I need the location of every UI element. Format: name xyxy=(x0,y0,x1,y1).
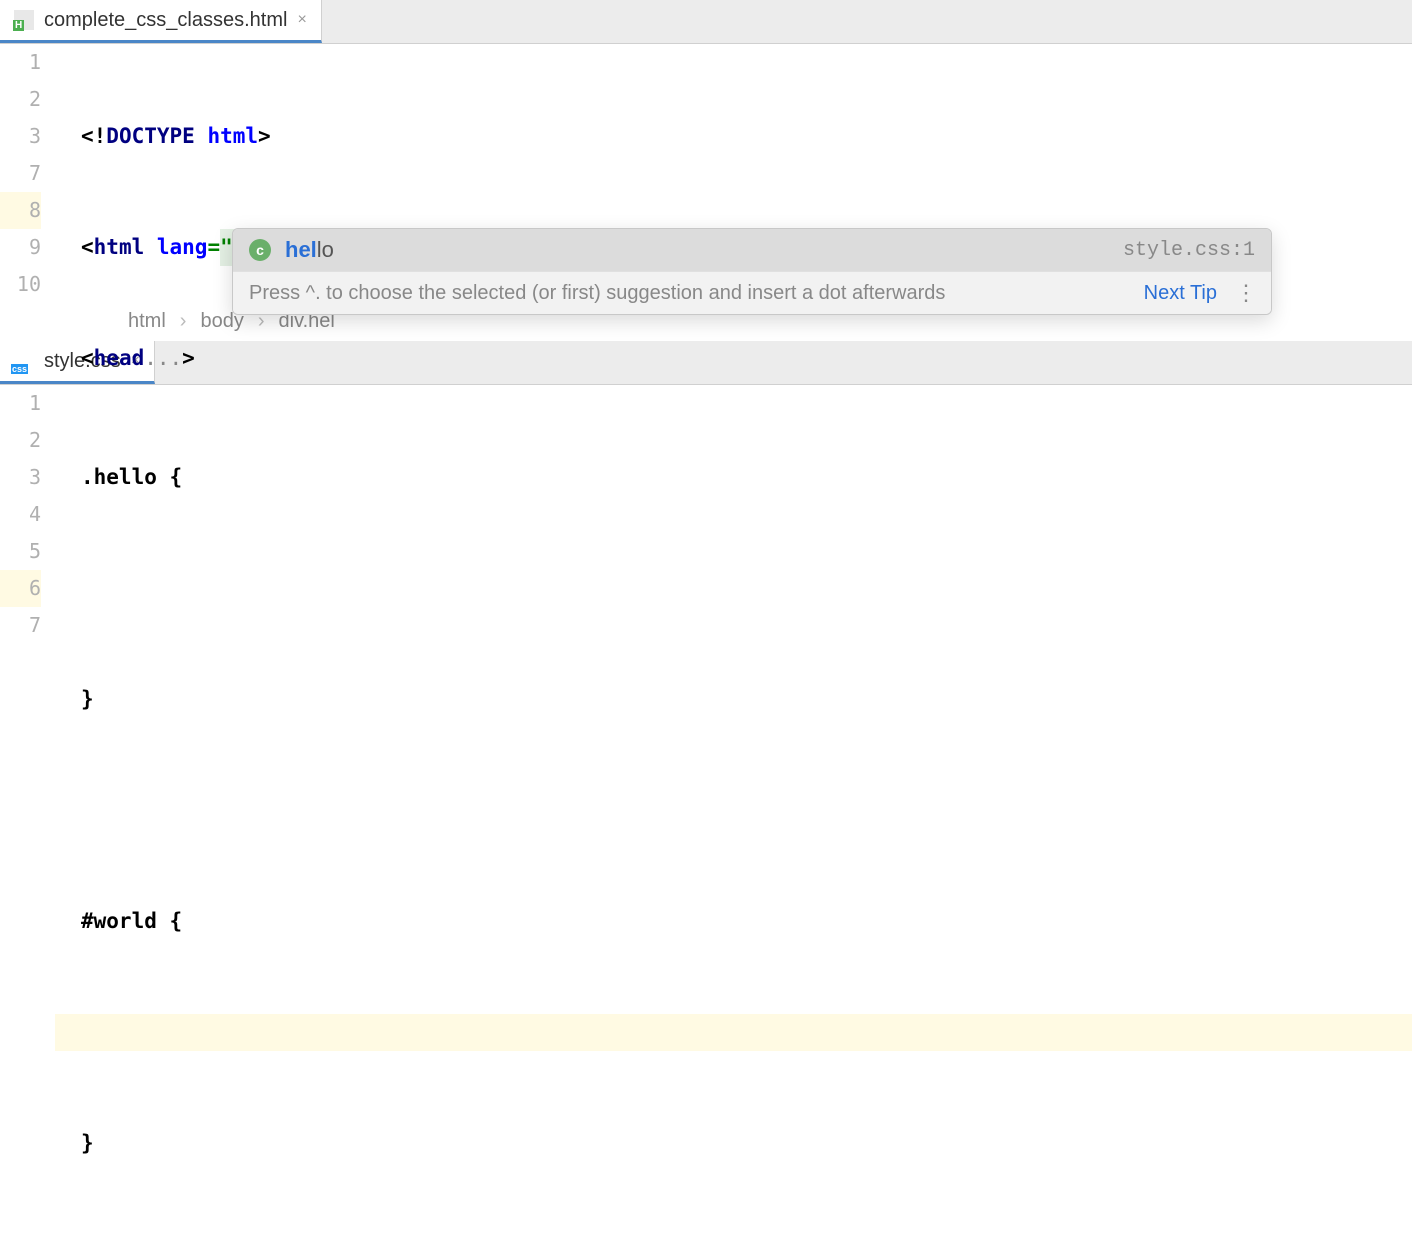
code-line[interactable]: .hello { xyxy=(55,459,1412,496)
line-number: 1 xyxy=(0,385,41,422)
code-line[interactable] xyxy=(55,570,1412,607)
line-number: 7 xyxy=(0,155,41,192)
code-line[interactable]: } xyxy=(55,681,1412,718)
code-line[interactable]: <head...> xyxy=(55,340,1412,377)
next-tip-link[interactable]: Next Tip xyxy=(1144,282,1217,305)
autocomplete-popup: c hello style.css:1 Press ^. to choose t… xyxy=(232,228,1272,315)
code-area-css[interactable]: .hello { } #world { } xyxy=(55,385,1412,1236)
html-file-icon xyxy=(14,10,34,30)
class-icon: c xyxy=(249,239,271,261)
code-line[interactable] xyxy=(55,792,1412,829)
tab-html-file[interactable]: complete_css_classes.html × xyxy=(0,0,322,43)
line-number: 10 xyxy=(0,266,41,303)
line-number: 3 xyxy=(0,459,41,496)
autocomplete-source: style.css:1 xyxy=(1123,239,1255,262)
line-number: 1 xyxy=(0,44,41,81)
line-number: 2 xyxy=(0,81,41,118)
code-line[interactable]: #world { xyxy=(55,903,1412,940)
css-file-icon xyxy=(14,351,34,371)
autocomplete-text: hello xyxy=(285,237,334,263)
line-number: 9 xyxy=(0,229,41,266)
autocomplete-item[interactable]: c hello style.css:1 xyxy=(233,229,1271,271)
line-number: 6 xyxy=(0,570,41,607)
code-line[interactable]: } xyxy=(55,1125,1412,1162)
gutter-html: 1 2 3 7 8 9 10 xyxy=(0,44,55,306)
editor-css[interactable]: 1 2 3 4 5 6 7 .hello { } #world { } xyxy=(0,385,1412,1236)
line-number: 2 xyxy=(0,422,41,459)
gutter-css: 1 2 3 4 5 6 7 xyxy=(0,385,55,1236)
line-number: 3 xyxy=(0,118,41,155)
tab-filename: complete_css_classes.html xyxy=(44,9,287,32)
autocomplete-hint: Press ^. to choose the selected (or firs… xyxy=(249,282,945,305)
line-number: 5 xyxy=(0,533,41,570)
line-number: 4 xyxy=(0,496,41,533)
line-number: 8 xyxy=(0,192,41,229)
code-line[interactable]: <!DOCTYPE html> xyxy=(55,118,1412,155)
autocomplete-footer: Press ^. to choose the selected (or firs… xyxy=(233,271,1271,314)
tab-bar-html: complete_css_classes.html × xyxy=(0,0,1412,44)
code-line[interactable] xyxy=(55,1014,1412,1051)
close-icon[interactable]: × xyxy=(297,11,306,29)
line-number: 7 xyxy=(0,607,41,644)
kebab-icon[interactable]: ⋮ xyxy=(1235,280,1255,306)
